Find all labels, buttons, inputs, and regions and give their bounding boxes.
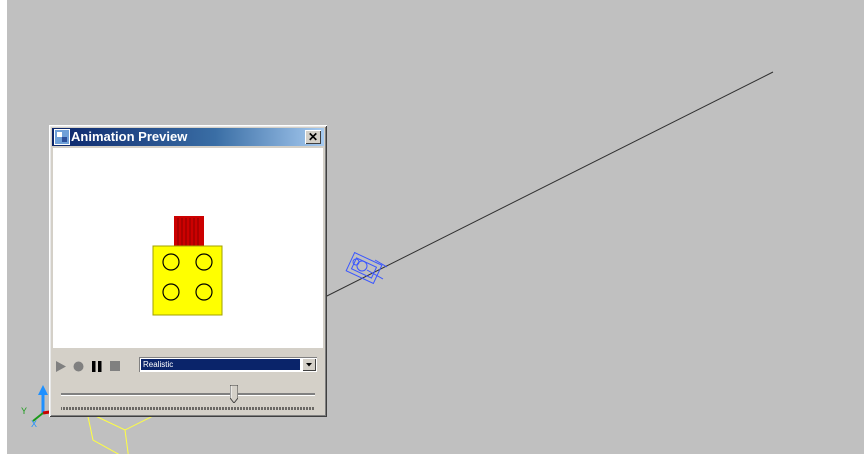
drawing-viewport[interactable]: Y X Animation Preview ✕ Realistic [7, 0, 864, 454]
app-icon [54, 129, 70, 145]
close-icon: ✕ [307, 130, 319, 144]
close-button[interactable]: ✕ [305, 130, 321, 144]
visual-style-dropdown[interactable]: Realistic [139, 357, 317, 372]
slider-track [61, 393, 315, 396]
dropdown-arrow-button[interactable] [302, 358, 316, 371]
motion-path-line [306, 71, 774, 307]
timeline-slider[interactable] [57, 383, 319, 410]
visual-style-value: Realistic [141, 359, 300, 370]
playback-controls: Realistic [53, 353, 323, 413]
svg-text:X: X [31, 419, 37, 429]
animation-preview-dialog: Animation Preview ✕ Realistic [49, 125, 327, 417]
slider-thumb[interactable] [229, 385, 238, 403]
play-icon[interactable] [55, 361, 67, 372]
stop-icon[interactable] [110, 361, 120, 371]
chevron-down-icon [306, 363, 312, 367]
yellow-brick [152, 245, 223, 316]
slider-ticks [61, 407, 314, 410]
svg-text:Y: Y [21, 406, 27, 416]
pause-icon[interactable] [92, 361, 102, 372]
title-bar[interactable]: Animation Preview ✕ [52, 128, 324, 146]
brick-model [152, 216, 223, 316]
camera-icon [345, 251, 388, 285]
preview-canvas [53, 148, 323, 348]
record-icon[interactable] [73, 361, 84, 372]
window-title: Animation Preview [71, 129, 188, 144]
